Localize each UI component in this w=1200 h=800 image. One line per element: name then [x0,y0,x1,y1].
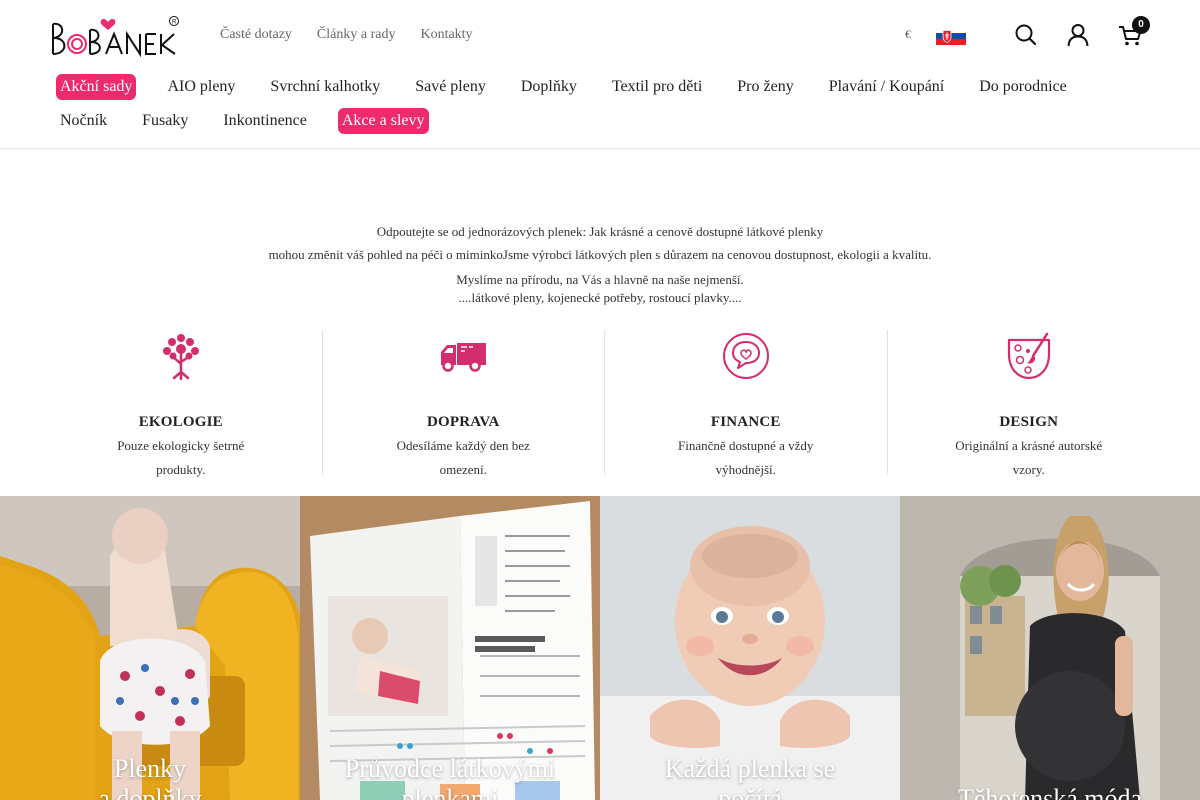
nav-row-2: Nočník Fusaky Inkontinence Akce a slevy [56,106,1156,136]
feature-title: EKOLOGIE [138,414,223,430]
search-icon[interactable] [1013,22,1039,48]
faq-link[interactable]: Časté dotazy [220,27,292,43]
feature-finance: FINANCE Finančně dostupné a vždy výhodně… [605,330,888,477]
feature-title: DESIGN [999,414,1059,430]
tile-caption-line-1: Plenky [113,754,187,783]
feature-ekologie: EKOLOGIE Pouze ekologicky šetrné produkt… [40,330,323,477]
user-account-icon[interactable] [1065,22,1091,48]
nav-item-save-pleny[interactable]: Savé pleny [411,74,490,100]
nav-row-1: Akční sady AIO pleny Svrchní kalhotky Sa… [56,72,1156,102]
cart-count-badge: 0 [1132,16,1150,34]
feature-doprava: DOPRAVA Odesíláme každý den bez omezení. [323,330,605,477]
tile-caption-line-2: a doplňky [98,784,202,800]
pregnant-woman-image [900,496,1200,800]
feature-text: Originální a krásné autorské vzory. [955,438,1103,477]
tile-caption: Těhotenská móda [900,784,1200,800]
feature-title: DOPRAVA [426,414,500,430]
nav-item-plavani-koupani[interactable]: Plavání / Koupání [825,74,949,100]
feature-text: Odesíláme každý den bez omezení. [396,438,530,477]
tile-caption-line-1: Průvodce látkovými [344,754,556,783]
intro-text: Odpoutejte se od jednorázových plenek: J… [0,220,1200,307]
nav-item-pro-zeny[interactable]: Pro ženy [733,74,797,100]
tile-pruvodce-latkovymi-plenkami[interactable]: Průvodce látkovými plenkami [300,496,600,800]
tile-caption: Průvodce látkovými plenkami [300,754,600,800]
intro-line-1: Odpoutejte se od jednorázových plenek: J… [376,224,824,239]
articles-link[interactable]: Články a rady [317,27,396,43]
currency-selector[interactable]: € [905,27,911,42]
intro-line-2: mohou změnit váš pohled na péči o mimink… [268,247,932,262]
nav-item-fusaky[interactable]: Fusaky [138,108,192,134]
feature-text: Pouze ekologicky šetrné produkty. [117,438,245,477]
tile-caption: Každá plenka se počítá [600,754,900,800]
tile-caption-line-1: Každá plenka se [664,754,836,783]
main-navigation: Akční sady AIO pleny Svrchní kalhotky Sa… [56,72,1156,140]
top-links: Časté dotazy Články a rady Kontakty [220,27,473,43]
tree-icon [162,334,199,381]
truck-icon [441,343,487,372]
intro-line-3: Myslíme na přírodu, na Vás a hlavně na n… [456,272,744,287]
nav-item-akce-a-slevy[interactable]: Akce a slevy [337,108,429,134]
nav-item-svrchni-kalhotky[interactable]: Svrchní kalhotky [266,74,384,100]
nav-item-textil-pro-deti[interactable]: Textil pro děti [608,74,706,100]
tile-tehotenska-moda[interactable]: Těhotenská móda [900,496,1200,800]
tile-caption-line-2: plenkami [401,784,499,800]
nav-item-do-porodnice[interactable]: Do porodnice [975,74,1071,100]
nav-item-inkontinence[interactable]: Inkontinence [219,108,311,134]
site-header: R Časté dotazy Články a rady Kontakty € … [0,0,1200,149]
nav-item-doplnky[interactable]: Doplňky [517,74,581,100]
tile-caption-line-2: počítá [718,784,782,800]
bobanek-logo[interactable]: R [50,14,182,58]
intro-line-4: ....látkové pleny, kojenecké potřeby, ro… [458,290,742,305]
feature-title: FINANCE [710,414,781,430]
tile-kazda-plenka-se-pocita[interactable]: Každá plenka se počítá [600,496,900,800]
diaper-brush-icon [1007,332,1050,380]
category-tiles: Plenky a doplňky Průvodce látkovými plen… [0,496,1200,800]
features-section: EKOLOGIE Pouze ekologicky šetrné produkt… [40,330,1171,477]
nav-item-aio-pleny[interactable]: AIO pleny [163,74,239,100]
contacts-link[interactable]: Kontakty [420,27,472,43]
svg-text:R: R [172,20,177,26]
tile-caption-line-2: Těhotenská móda [957,784,1143,800]
tile-plenky-a-doplnky[interactable]: Plenky a doplňky [0,496,300,800]
feature-text: Finančně dostupné a vždy výhodnější. [678,438,814,477]
chat-bubble-icon [722,333,769,379]
tile-caption: Plenky a doplňky [0,754,300,800]
feature-design: DESIGN Originální a krásné autorské vzor… [888,330,1171,477]
slovak-flag-icon[interactable] [936,27,966,45]
nav-item-akcni-sady[interactable]: Akční sady [56,74,137,100]
nav-item-nocnik[interactable]: Nočník [56,108,111,134]
